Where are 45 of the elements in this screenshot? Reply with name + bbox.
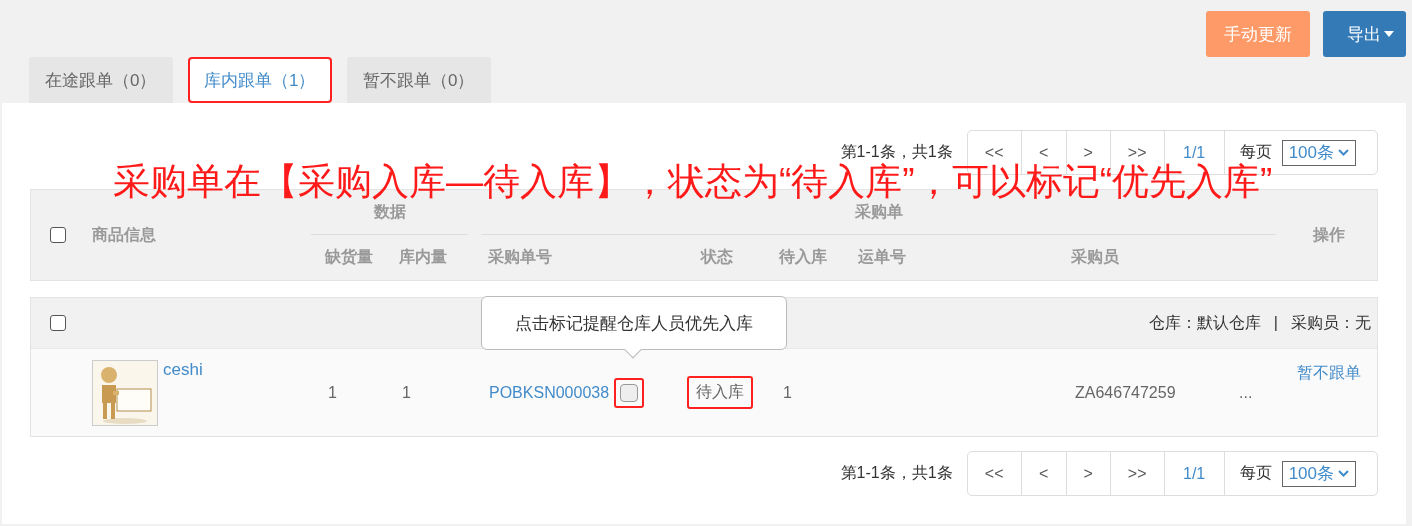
column-header: 采购单号 <box>487 247 553 267</box>
more-text: ... <box>1239 383 1253 402</box>
column-header: 缺货量 <box>324 247 374 268</box>
checkbox[interactable] <box>620 383 639 402</box>
action-link[interactable]: 暂不跟单 <box>1297 363 1361 384</box>
chevron-down-icon <box>1338 470 1349 477</box>
column-group-header: 采购单 <box>854 201 903 222</box>
page-button[interactable]: > <box>1066 452 1111 495</box>
warehouse-info: 仓库：默认仓库 <box>1148 312 1261 333</box>
tab[interactable]: 库内跟单（1） <box>188 57 332 103</box>
page-button[interactable]: >> <box>1110 452 1165 495</box>
status-label: 待入库 <box>687 376 753 409</box>
order-link[interactable]: POBKSN000038 <box>489 383 610 402</box>
column-header: 操作 <box>1311 224 1346 245</box>
per-page-select[interactable]: 100条 <box>1281 460 1356 487</box>
table-cell: 1 <box>783 383 792 402</box>
table-cell: 1 <box>402 383 411 402</box>
chevron-down-icon <box>1338 149 1349 156</box>
caret-icon <box>1384 31 1394 37</box>
record-summary: 第1-1条，共1条 <box>840 463 953 483</box>
export-button[interactable]: 导出 <box>1323 11 1406 57</box>
product-link[interactable]: ceshi <box>163 360 203 380</box>
page-number: 1/1 <box>1164 452 1225 495</box>
record-summary: 第1-1条，共1条 <box>840 142 953 162</box>
table-cell: 1 <box>328 383 337 402</box>
page-button[interactable]: < <box>1021 452 1067 495</box>
separator-text: | <box>1273 314 1278 332</box>
buyer-info: 采购员：无 <box>1291 312 1371 333</box>
column-header: 库内量 <box>398 247 448 267</box>
column-header: 状态 <box>699 247 734 267</box>
table-cell: ZA646747259 <box>1075 383 1176 402</box>
column-header: 采购员 <box>1070 247 1120 267</box>
column-header: 运单号 <box>857 247 907 267</box>
per-page-label: 每页 <box>1239 142 1272 162</box>
checkbox[interactable] <box>49 227 66 243</box>
tab[interactable]: 暂不跟单（0） <box>347 57 491 103</box>
per-page-label: 每页 <box>1239 463 1272 483</box>
tooltip: 点击标记提醒仓库人员优先入库 <box>481 296 787 359</box>
checkbox[interactable] <box>50 315 66 331</box>
page-button[interactable]: << <box>967 452 1022 495</box>
column-group-header: 数据 <box>373 201 406 222</box>
column-header: 待入库 <box>778 247 828 267</box>
column-header: 商品信息 <box>91 224 157 245</box>
per-page-select[interactable]: 100条 <box>1281 139 1356 166</box>
tab[interactable]: 在途跟单（0） <box>29 57 173 103</box>
